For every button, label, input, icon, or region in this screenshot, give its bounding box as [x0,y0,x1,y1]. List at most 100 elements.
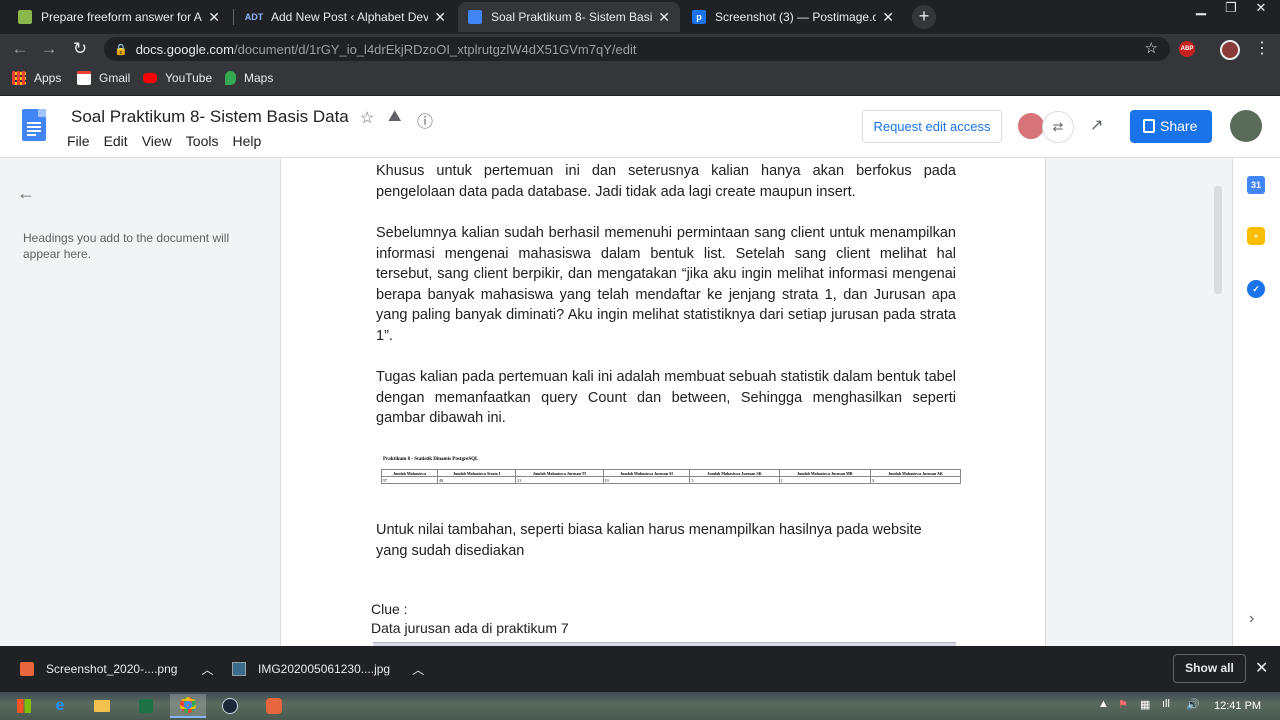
clue-text: Data jurusan ada di praktikum 7 [371,620,569,636]
request-edit-access-button[interactable]: Request edit access [862,110,1002,143]
download-filename: Screenshot_2020-....png [46,662,178,676]
table-cell: 5 [689,476,780,484]
bookmark-gmail[interactable]: Gmail [77,71,130,85]
download-item[interactable]: Screenshot_2020-....png ︿ [20,646,213,692]
gmail-icon [77,71,91,85]
table-header-cell: Jumlah Mahasiswa Jurusan SK [689,469,780,477]
windows-start-icon[interactable] [6,694,42,718]
close-tab-icon[interactable]: ✕ [882,9,894,26]
document-outline-panel: ← Headings you add to the document will … [0,158,280,646]
reload-icon[interactable]: ↻ [69,38,91,60]
chevron-up-icon[interactable]: ︿ [412,661,424,678]
browser-menu-icon[interactable]: ⋮ [1254,38,1270,58]
close-downloads-bar-icon[interactable]: ✕ [1255,658,1268,678]
lock-icon [1143,119,1155,133]
tab-favicon-icon [18,10,32,24]
close-tab-icon[interactable]: ✕ [208,9,220,26]
volume-icon[interactable]: 🔊 [1186,698,1200,711]
excel-icon[interactable] [128,694,164,718]
bookmark-youtube[interactable]: YouTube [143,71,212,85]
bookmark-star-icon[interactable]: ☆ [1145,39,1158,57]
png-file-icon [20,662,34,676]
table-header-cell: Jumlah Mahasiswa Jurusan MR [778,469,872,477]
tab-title: Add New Post ‹ Alphabet Develo [271,10,429,24]
adblock-plus-icon[interactable]: ABP [1179,41,1195,57]
menu-file[interactable]: File [67,133,90,149]
jpg-file-icon [232,662,246,676]
chrome-icon[interactable] [170,694,206,718]
share-button[interactable]: Share [1130,110,1212,143]
steam-icon[interactable] [212,694,248,718]
tab-title: Prepare freeform answer for Assi [41,10,203,24]
tab-add-new-post[interactable]: ADT Add New Post ‹ Alphabet Develo ✕ [236,2,456,32]
close-window-icon[interactable]: ✕ [1246,0,1276,18]
tab-title: Soal Praktikum 8- Sistem Basis D [491,10,653,24]
chevron-up-icon[interactable]: ︿ [201,661,213,678]
maps-icon [225,71,236,85]
star-icon[interactable]: ☆ [360,108,374,128]
apps-grid-icon [12,71,26,85]
network-icon[interactable]: ▦ [1140,698,1150,711]
google-docs-logo-icon[interactable] [22,109,46,141]
table-cell: 3 [870,476,961,484]
minimize-window-icon[interactable]: ▁ [1186,0,1216,18]
drive-status-icon[interactable]: ⛰ [388,108,401,126]
figure-title: Praktikum 8 - Statistik Dinamis PostgreS… [383,457,479,462]
forward-icon[interactable]: → [38,38,60,60]
clue-label: Clue : [371,601,408,617]
system-clock[interactable]: 12:41 PM [1214,700,1261,712]
calendar-icon[interactable]: 31 [1247,176,1265,194]
address-bar[interactable]: 🔒 docs.google.com/document/d/1rGY_io_l4d… [104,37,1170,61]
close-tab-icon[interactable]: ✕ [434,9,446,26]
tab-title: Screenshot (3) — Postimage.org [715,10,877,24]
expand-side-panel-icon[interactable]: › [1249,610,1254,628]
document-page[interactable]: Khusus untuk pertemuan ini dan seterusny… [280,158,1046,646]
download-filename: IMG202005061230....jpg [258,662,391,676]
menu-tools[interactable]: Tools [186,133,219,149]
tab-favicon-icon: ADT [244,10,264,24]
restore-window-icon[interactable]: ❐ [1216,0,1246,18]
menu-help[interactable]: Help [232,133,261,149]
bookmark-label: Gmail [99,71,131,85]
table-header-cell: Jumlah Mahasiswa Jurusan AK [870,469,961,477]
info-icon[interactable]: ⓘ [417,108,433,132]
tasks-icon[interactable]: ✓ [1247,280,1265,298]
table-header-cell: Jumlah Mahasiswa Jurusan TI [515,469,604,477]
internet-explorer-icon[interactable]: e [42,694,78,718]
paragraph-client-request: Sebelumnya kalian sudah berhasil memenuh… [376,225,956,344]
account-avatar[interactable] [1230,110,1262,142]
present-to-meeting-icon[interactable]: ⇄ [1042,111,1074,143]
lock-icon: 🔒 [114,43,128,56]
new-tab-button[interactable]: + [912,5,936,29]
app-icon[interactable] [256,694,292,718]
bookmark-apps[interactable]: Apps [12,71,61,85]
notification-icon[interactable]: ⚑ [1118,698,1128,711]
tab-soal-praktikum[interactable]: Soal Praktikum 8- Sistem Basis D ✕ [458,2,680,32]
keep-icon[interactable]: • [1247,227,1265,245]
close-outline-arrow-icon[interactable]: ← [17,183,35,204]
signal-icon[interactable]: ıll [1162,698,1170,710]
menu-view[interactable]: View [142,133,172,149]
table-header-row: Jumlah Mahasiswa Jumlah Mahasiswa Strata… [380,469,961,477]
bookmark-maps[interactable]: Maps [225,71,273,85]
close-tab-icon[interactable]: ✕ [658,9,670,26]
url-path: /document/d/1rGY_io_l4drEkjRDzoOI_xtplru… [233,41,637,57]
document-scrollbar[interactable] [1214,186,1222,294]
show-all-downloads-button[interactable]: Show all [1173,654,1246,683]
table-header-cell: Jumlah Mahasiswa Jurusan SI [602,469,691,477]
back-icon[interactable]: ← [9,38,31,60]
tab-postimage[interactable]: p Screenshot (3) — Postimage.org ✕ [682,2,904,32]
browser-tab-strip: Prepare freeform answer for Assi ✕ ADT A… [0,0,1280,34]
document-title[interactable]: Soal Praktikum 8- Sistem Basis Data [71,107,349,127]
share-label: Share [1160,118,1198,134]
profile-avatar[interactable] [1220,40,1240,60]
menu-edit[interactable]: Edit [104,133,128,149]
activity-trend-icon[interactable]: ↗ [1090,115,1103,135]
tab-prepare-answer[interactable]: Prepare freeform answer for Assi ✕ [8,2,230,32]
show-hidden-icons-icon[interactable]: ▲ [1098,698,1109,710]
downloads-bar: Screenshot_2020-....png ︿ IMG20200506123… [0,646,1280,692]
download-item[interactable]: IMG202005061230....jpg ︿ [232,646,424,692]
file-explorer-icon[interactable] [84,694,120,718]
table-row: 57 49 21 19 5 1 3 [380,476,961,484]
outline-hint-text: Headings you add to the document will ap… [23,231,230,261]
